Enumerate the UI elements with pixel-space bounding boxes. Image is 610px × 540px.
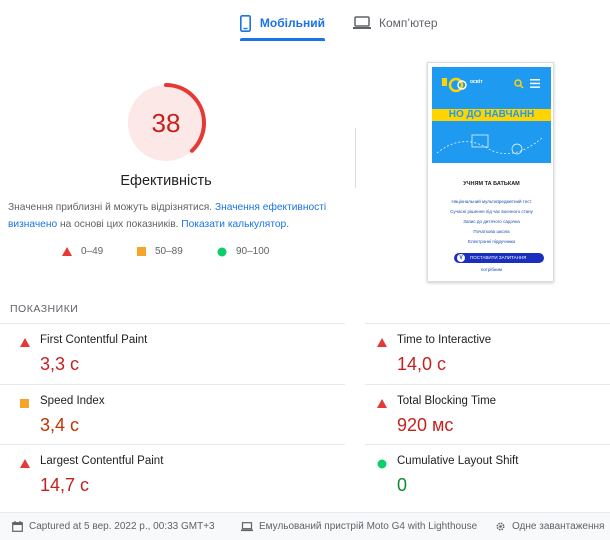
preview-decoration: [436, 134, 543, 155]
runtime-settings-footer: Captured at 5 вер. 2022 р., 00:33 GMT+3 …: [0, 512, 610, 540]
score-legend: 0–49 50–89 90–100: [60, 246, 310, 262]
metric-name: Time to Interactive: [397, 334, 492, 346]
metric-total-blocking-time: Total Blocking Time 920 мс: [365, 385, 610, 445]
description-text-1: Значення приблизні й можуть відрізнятися…: [8, 202, 213, 213]
metric-name: Total Blocking Time: [397, 395, 497, 407]
metric-value: 920 мс: [397, 415, 454, 435]
performance-score-gauge: 38: [125, 82, 207, 164]
legend-poor-label: 0–49: [81, 246, 104, 257]
show-calculator-link[interactable]: Показати калькулятор.: [181, 219, 289, 230]
preview-button-icon: V: [457, 254, 465, 262]
session-type: Одне завантаження: [495, 521, 604, 532]
site-logo: [442, 77, 467, 93]
red-triangle-icon: [20, 338, 30, 347]
hamburger-menu-icon: [530, 79, 540, 88]
metric-name: Cumulative Layout Shift: [397, 455, 519, 467]
orange-square-icon: [20, 399, 29, 408]
preview-menu: УЧНЯМ ТА БАТЬКАМ Національний мультипред…: [432, 171, 551, 279]
metric-value: 0: [397, 475, 408, 495]
metric-value: 3,3 с: [40, 354, 80, 374]
preview-link: потрібним: [480, 267, 503, 272]
legend-average: 50–89: [137, 246, 183, 257]
captured-at-text: Captured at 5 вер. 2022 р., 00:33 GMT+3: [29, 521, 215, 532]
tab-mobile[interactable]: Мобільний: [240, 8, 325, 41]
preview-header: освіт НО ДО НАВЧАНН: [432, 67, 551, 163]
metrics-header: ПОКАЗНИКИ: [10, 303, 79, 315]
score-value: 38: [151, 107, 181, 138]
metric-value: 14,0 с: [397, 354, 447, 374]
captured-at: Captured at 5 вер. 2022 р., 00:33 GMT+3: [12, 521, 215, 532]
session-type-text: Одне завантаження: [512, 521, 605, 532]
preview-menu-title: УЧНЯМ ТА БАТЬКАМ: [463, 181, 520, 187]
page-screenshot-preview: освіт НО ДО НАВЧАНН УЧНЯМ ТА БАТЬКАМ Нац…: [427, 62, 554, 282]
tab-desktop[interactable]: Комп’ютер: [353, 8, 453, 38]
metric-name: Speed Index: [40, 395, 105, 407]
device-tabs: Мобільний Комп’ютер: [0, 0, 610, 41]
preview-ask-question-button: V ПОСТАВИТИ ЗАПИТАННЯ: [454, 253, 544, 263]
laptop-icon: [241, 521, 253, 531]
legend-good: 90–100: [217, 246, 269, 257]
preview-link: Початкова школа: [473, 229, 510, 234]
metric-speed-index: Speed Index 3,4 с: [8, 385, 298, 445]
desktop-icon: [353, 14, 371, 32]
preview-link: Запис до дитячого садочка: [463, 219, 520, 224]
orange-square-icon: [137, 247, 146, 256]
metric-name: Largest Contentful Paint: [40, 455, 164, 467]
search-icon: [514, 79, 524, 89]
preview-logo-text: освіт: [470, 79, 483, 85]
emulated-device: Емульований пристрій Moto G4 with Lighth…: [241, 521, 477, 532]
preview-button-label: ПОСТАВИТИ ЗАПИТАННЯ: [470, 255, 527, 260]
metric-first-contentful-paint: First Contentful Paint 3,3 с: [8, 324, 298, 384]
calendar-icon: [12, 521, 23, 532]
metric-name: First Contentful Paint: [40, 334, 148, 346]
green-circle-icon: [377, 459, 387, 469]
description-text-2: на основі цих показників.: [59, 219, 179, 230]
gear-icon: [496, 522, 505, 531]
metric-value: 14,7 с: [40, 475, 90, 495]
vertical-divider: [355, 128, 356, 188]
red-triangle-icon: [377, 338, 387, 347]
preview-link: Електронні підручники: [467, 239, 516, 244]
green-circle-icon: [217, 247, 227, 256]
phone-icon: [240, 14, 252, 32]
preview-link: Національний мультипредметний тест: [451, 199, 532, 204]
red-triangle-icon: [62, 247, 72, 256]
red-triangle-icon: [377, 399, 387, 408]
score-title: Ефективність: [120, 173, 212, 189]
emulated-device-text: Емульований пристрій Moto G4 with Lighth…: [259, 521, 478, 532]
metric-time-to-interactive: Time to Interactive 14,0 с: [365, 324, 610, 384]
score-description: Значення приблизні й можуть відрізнятися…: [8, 199, 343, 233]
tab-desktop-label: Комп’ютер: [379, 16, 438, 30]
preview-link: Сучасні рішення під час воєнного стану: [450, 209, 533, 214]
metric-cumulative-layout-shift: Cumulative Layout Shift 0: [365, 445, 610, 505]
preview-banner: НО ДО НАВЧАНН: [432, 109, 551, 121]
metric-value: 3,4 с: [40, 415, 80, 435]
legend-poor: 0–49: [62, 246, 103, 257]
legend-average-label: 50–89: [155, 246, 183, 257]
legend-good-label: 90–100: [236, 246, 270, 257]
red-triangle-icon: [20, 459, 30, 468]
metric-largest-contentful-paint: Largest Contentful Paint 14,7 с: [8, 445, 298, 505]
tab-mobile-label: Мобільний: [259, 16, 325, 30]
